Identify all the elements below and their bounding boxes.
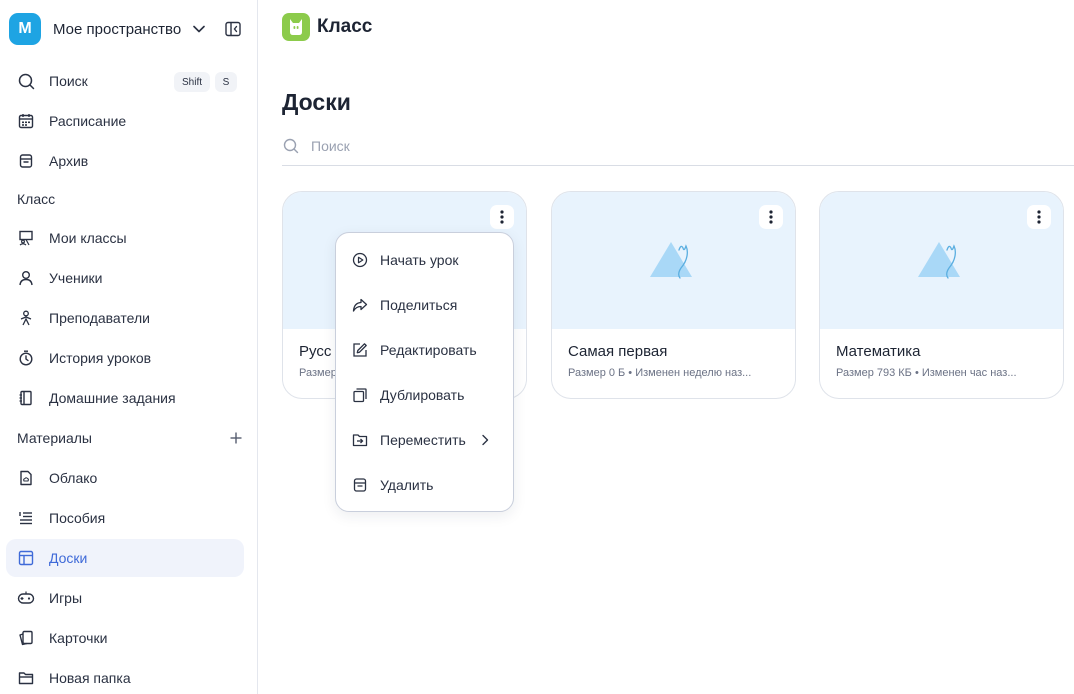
- menu-item-share[interactable]: Поделиться: [336, 290, 513, 320]
- chevron-down-icon[interactable]: [193, 22, 207, 36]
- menu-item-start-lesson[interactable]: Начать урок: [336, 245, 513, 275]
- play-circle-icon: [351, 251, 369, 269]
- section-title-materials: Материалы: [17, 430, 92, 446]
- menu-item-label: Удалить: [380, 477, 434, 493]
- brand-logo-icon: [282, 13, 310, 41]
- sidebar-item-cards[interactable]: Карточки: [6, 619, 244, 657]
- sidebar-item-label: Преподаватели: [49, 310, 150, 326]
- duplicate-icon: [351, 386, 369, 404]
- sidebar-item-label: Мои классы: [49, 230, 127, 246]
- shortcut-s-key: S: [215, 72, 237, 92]
- sidebar-item-label: Карточки: [49, 630, 108, 646]
- sidebar-item-label: Доски: [49, 550, 88, 566]
- plus-icon: [230, 432, 242, 444]
- menu-item-label: Переместить: [380, 432, 466, 448]
- sidebar-item-homework[interactable]: Домашние задания: [6, 379, 244, 417]
- sidebar-item-label: Расписание: [49, 113, 127, 129]
- sidebar-item-label: Поиск: [49, 73, 88, 89]
- brand[interactable]: Класс: [282, 13, 372, 41]
- more-options-button[interactable]: [1027, 205, 1051, 229]
- folder-icon: [17, 669, 35, 687]
- sidebar-item-my-classes[interactable]: Мои классы: [6, 219, 244, 257]
- board-title: Математика: [836, 343, 921, 360]
- board-meta: Размер 0 Б • Изменен неделю наз...: [568, 367, 752, 379]
- sidebar-item-label: Облако: [49, 470, 98, 486]
- timer-icon: [17, 349, 35, 367]
- search-icon: [17, 72, 35, 90]
- sidebar-item-lesson-history[interactable]: История уроков: [6, 339, 244, 377]
- menu-item-label: Редактировать: [380, 342, 477, 358]
- add-material-button[interactable]: [228, 430, 244, 446]
- sidebar-item-games[interactable]: Игры: [6, 579, 244, 617]
- sidebar-item-schedule[interactable]: Расписание: [6, 102, 244, 140]
- chevron-right-icon: [481, 433, 491, 447]
- sidebar: M Мое пространство Поиск Shift S Расписа…: [0, 0, 258, 694]
- sidebar-item-students[interactable]: Ученики: [6, 259, 244, 297]
- sidebar-item-label: Архив: [49, 153, 89, 169]
- sidebar-item-manuals[interactable]: Пособия: [6, 499, 244, 537]
- gamepad-icon: [17, 589, 35, 607]
- menu-item-move[interactable]: Переместить: [336, 425, 513, 455]
- sidebar-item-teachers[interactable]: Преподаватели: [6, 299, 244, 337]
- sidebar-item-label: История уроков: [49, 350, 152, 366]
- kebab-icon: [500, 210, 504, 224]
- workspace-avatar: M: [9, 13, 41, 45]
- more-options-button[interactable]: [759, 205, 783, 229]
- menu-item-delete[interactable]: Удалить: [336, 470, 513, 500]
- sidebar-item-new-folder[interactable]: Новая папка: [6, 659, 244, 694]
- board-title: Самая первая: [568, 343, 668, 360]
- board-placeholder-icon: [649, 241, 692, 279]
- workspace-name: Мое пространство: [53, 20, 182, 38]
- search-icon: [283, 138, 299, 154]
- kebab-icon: [769, 210, 773, 224]
- notebook-icon: [17, 389, 35, 407]
- board-icon: [17, 549, 35, 567]
- board-card[interactable]: Математика Размер 793 КБ • Изменен час н…: [819, 191, 1064, 399]
- board-title: Русс: [299, 343, 332, 360]
- cards-icon: [17, 629, 35, 647]
- section-title-class: Класс: [17, 191, 56, 207]
- board-meta: Размер 793 КБ • Изменен час наз...: [836, 367, 1017, 379]
- search-input[interactable]: Поиск: [282, 132, 1074, 166]
- classroom-icon: [17, 229, 35, 247]
- list-icon: [17, 509, 35, 527]
- kebab-icon: [1037, 210, 1041, 224]
- sidebar-item-label: Игры: [49, 590, 83, 606]
- workspace-switcher[interactable]: M Мое пространство: [9, 13, 241, 45]
- sidebar-item-archive[interactable]: Архив: [6, 142, 244, 180]
- menu-item-label: Начать урок: [380, 252, 459, 268]
- edit-icon: [351, 341, 369, 359]
- search-placeholder: Поиск: [311, 137, 350, 154]
- sidebar-item-label: Ученики: [49, 270, 103, 286]
- sidebar-item-boards[interactable]: Доски: [6, 539, 244, 577]
- menu-item-edit[interactable]: Редактировать: [336, 335, 513, 365]
- menu-item-label: Дублировать: [380, 387, 465, 403]
- sidebar-item-label: Пособия: [49, 510, 106, 526]
- menu-item-duplicate[interactable]: Дублировать: [336, 380, 513, 410]
- collapse-sidebar-icon[interactable]: [225, 21, 241, 37]
- menu-item-label: Поделиться: [380, 297, 458, 313]
- sidebar-item-search[interactable]: Поиск Shift S: [6, 62, 244, 100]
- teacher-icon: [17, 309, 35, 327]
- cloud-file-icon: [17, 469, 35, 487]
- board-placeholder-icon: [917, 241, 960, 279]
- share-icon: [351, 296, 369, 314]
- sidebar-item-cloud[interactable]: Облако: [6, 459, 244, 497]
- board-context-menu: Начать урок Поделиться Редактировать Дуб…: [335, 232, 514, 512]
- board-card[interactable]: Самая первая Размер 0 Б • Изменен неделю…: [551, 191, 796, 399]
- calendar-icon: [17, 112, 35, 130]
- move-icon: [351, 431, 369, 449]
- brand-name: Класс: [317, 16, 373, 37]
- sidebar-item-label: Домашние задания: [49, 390, 176, 406]
- shortcut-shift-key: Shift: [174, 72, 210, 92]
- sidebar-item-label: Новая папка: [49, 670, 131, 686]
- archive-icon: [17, 152, 35, 170]
- more-options-button[interactable]: [490, 205, 514, 229]
- trash-icon: [351, 476, 369, 494]
- page-title: Доски: [282, 89, 351, 115]
- user-icon: [17, 269, 35, 287]
